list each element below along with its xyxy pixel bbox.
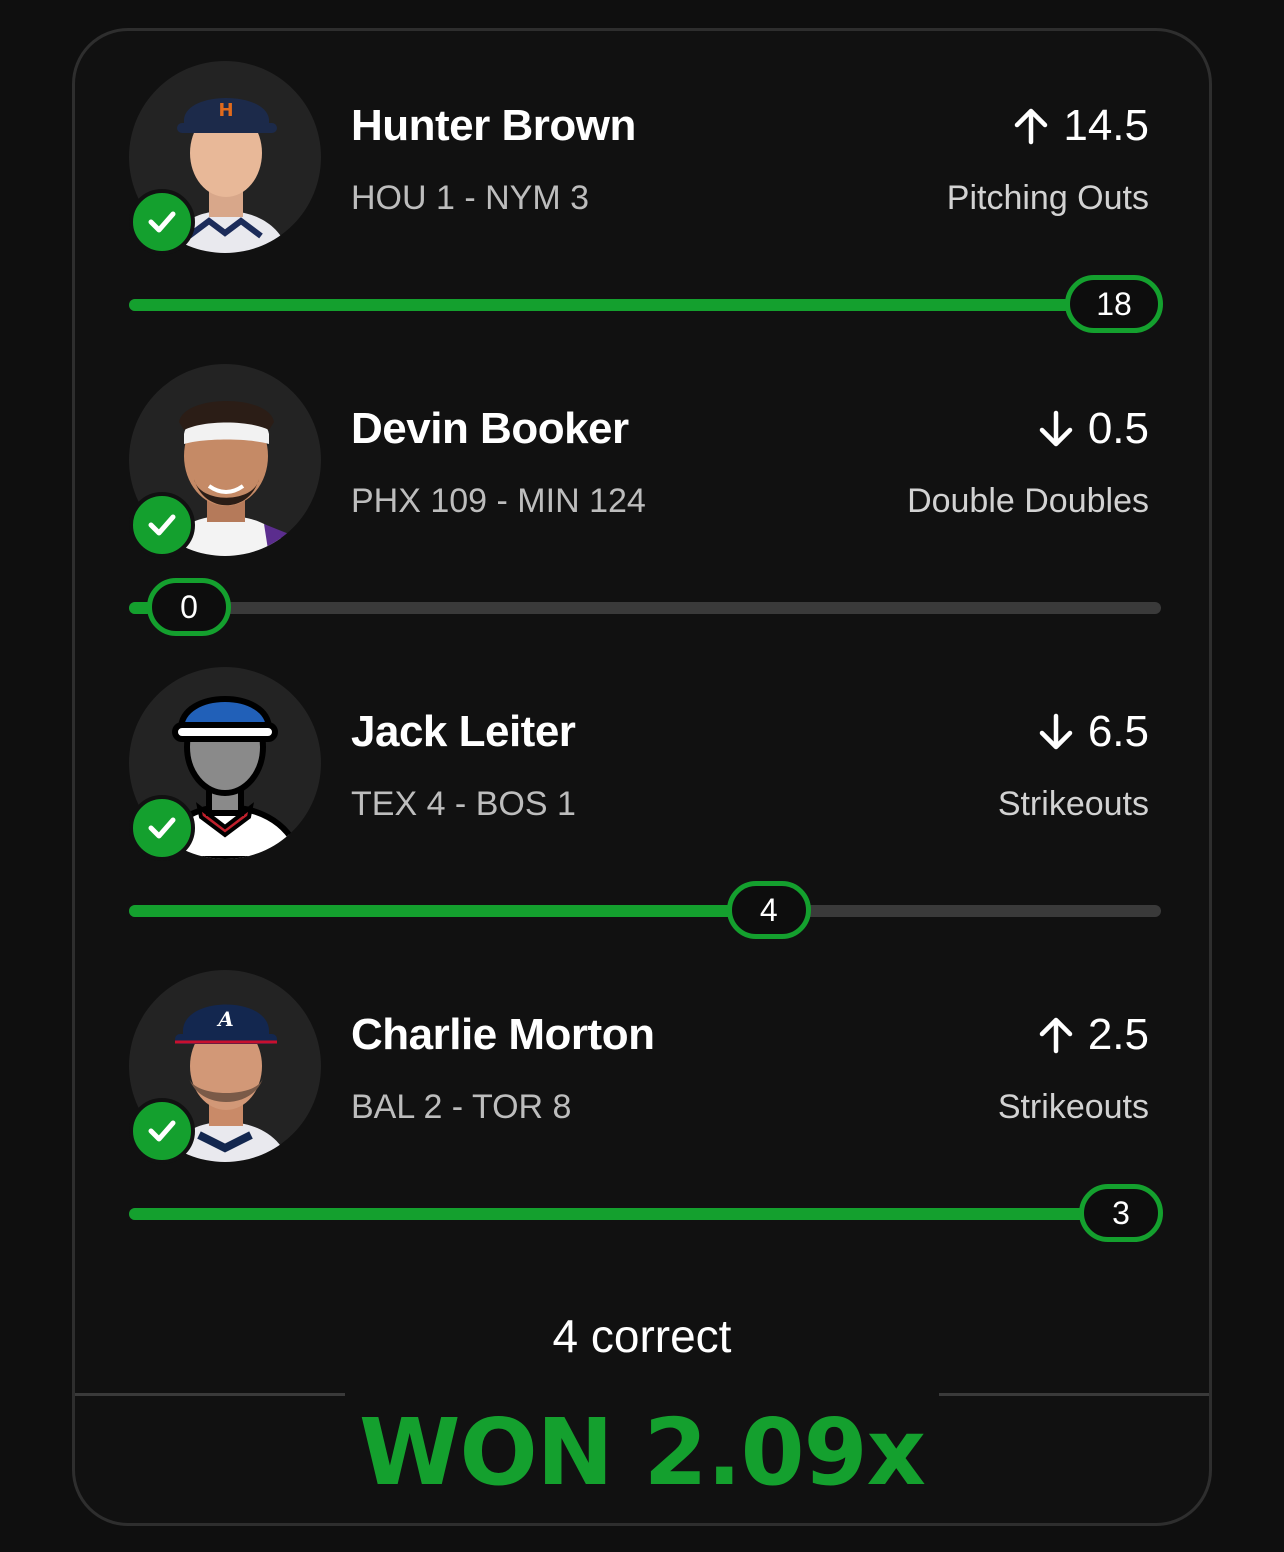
check-icon — [129, 492, 195, 558]
progress-track: 0 — [129, 578, 1161, 636]
entry-card: H Hunter Brown HOU 1 - NYM 3 14.5 Pitchi… — [72, 28, 1212, 1526]
arrow-down-icon — [1039, 410, 1073, 447]
player-name: Hunter Brown — [351, 101, 636, 150]
check-icon — [129, 189, 195, 255]
line-value: 0.5 — [1087, 404, 1149, 453]
payout-result: WON 2.09x — [358, 1399, 926, 1506]
pick-row[interactable]: H Hunter Brown HOU 1 - NYM 3 14.5 Pitchi… — [75, 31, 1209, 334]
check-icon — [129, 795, 195, 861]
game-score: TEX 4 - BOS 1 — [351, 785, 576, 823]
progress-track: 18 — [129, 275, 1163, 333]
game-score: HOU 1 - NYM 3 — [351, 179, 590, 217]
player-name: Jack Leiter — [351, 707, 576, 756]
stat-type: Strikeouts — [997, 785, 1149, 823]
stat-type: Pitching Outs — [946, 179, 1149, 217]
projection-line: 6.5 — [1036, 707, 1149, 757]
projection-line: 0.5 — [1036, 404, 1149, 454]
progress-track: 3 — [129, 1184, 1163, 1242]
pick-row[interactable]: Devin Booker PHX 109 - MIN 124 0.5 Doubl… — [75, 334, 1209, 637]
arrow-up-icon — [1015, 108, 1048, 145]
svg-text:H: H — [218, 100, 233, 121]
player-name: Devin Booker — [351, 404, 629, 453]
player-name: Charlie Morton — [351, 1010, 655, 1059]
projection-line: 2.5 — [1036, 1010, 1149, 1060]
stat-type: Double Doubles — [907, 482, 1149, 520]
progress-fill — [129, 905, 769, 917]
svg-text:A: A — [216, 1007, 234, 1031]
arrow-down-icon — [1039, 713, 1073, 750]
correct-count: 4 correct — [552, 1310, 732, 1362]
line-value: 6.5 — [1087, 707, 1149, 756]
result-badge: 18 — [1065, 275, 1163, 333]
progress-fill — [129, 299, 1114, 311]
result-badge: 4 — [726, 881, 811, 939]
progress-track: 4 — [129, 881, 1161, 939]
divider-left — [75, 1393, 345, 1396]
stat-type: Strikeouts — [997, 1088, 1149, 1126]
projection-line: 14.5 — [1011, 101, 1149, 151]
divider-right — [939, 1393, 1209, 1396]
pick-row[interactable]: A Charlie Morton BAL 2 - TOR 8 2.5 Strik… — [75, 940, 1209, 1243]
result-badge: 3 — [1079, 1184, 1163, 1242]
game-score: BAL 2 - TOR 8 — [351, 1088, 572, 1126]
line-value: 2.5 — [1087, 1010, 1149, 1059]
check-icon — [129, 1098, 195, 1164]
game-score: PHX 109 - MIN 124 — [351, 482, 646, 520]
arrow-up-icon — [1039, 1017, 1073, 1054]
progress-fill — [129, 1208, 1121, 1220]
result-badge: 0 — [147, 578, 231, 636]
pick-row[interactable]: Jack Leiter TEX 4 - BOS 1 6.5 Strikeouts… — [75, 637, 1209, 940]
line-value: 14.5 — [1063, 101, 1149, 150]
